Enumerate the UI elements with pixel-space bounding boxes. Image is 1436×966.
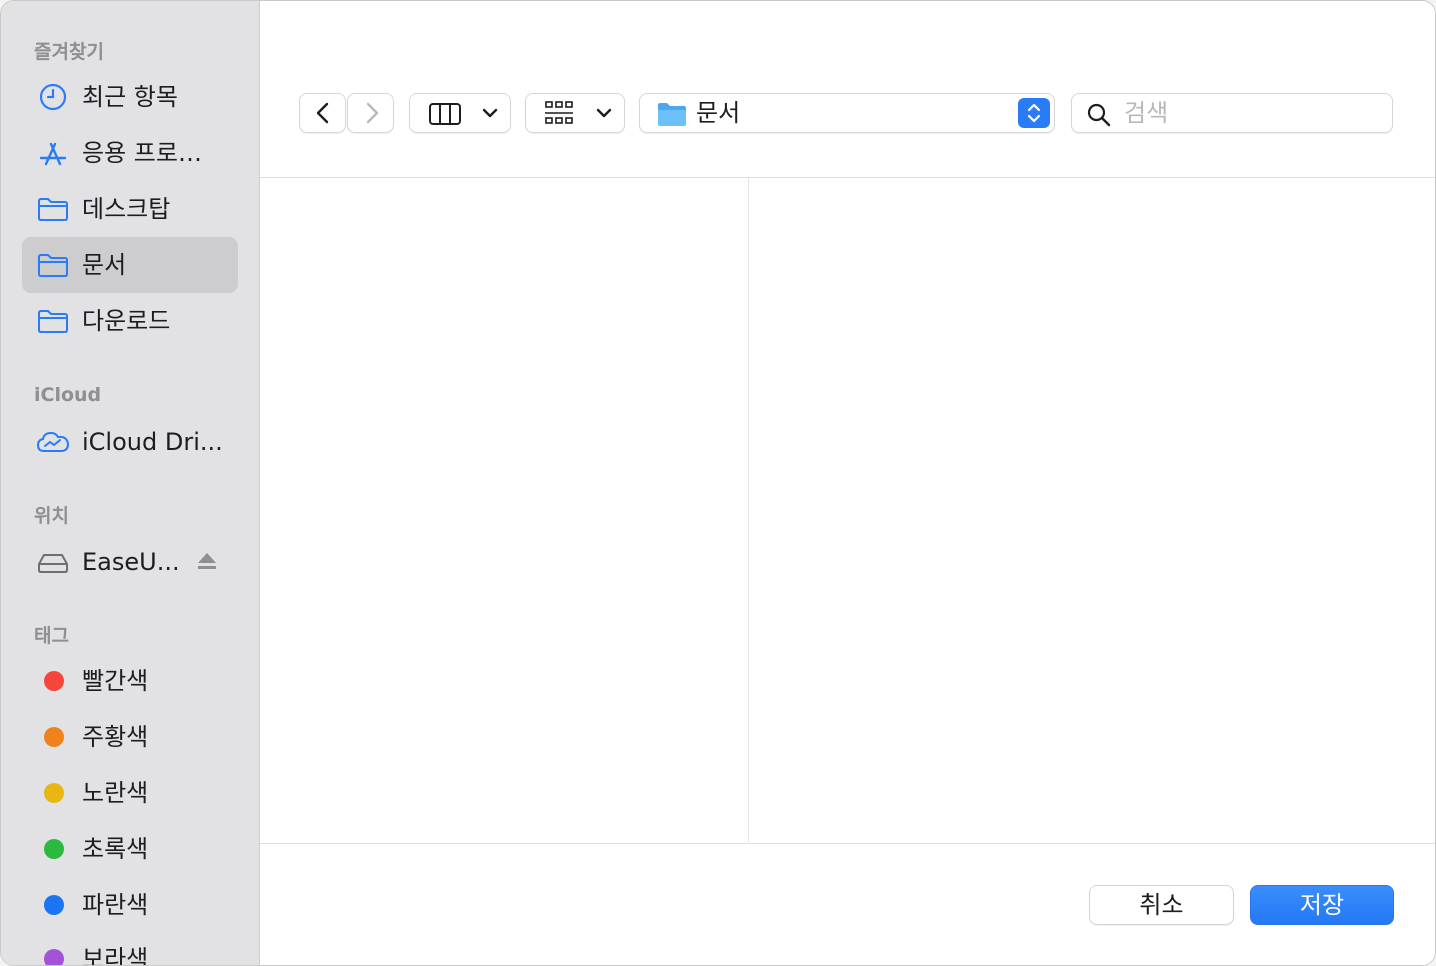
sidebar: 즐겨찾기 최근 항목 응용 프로… 데스크탑 문서 다운로드 iCloud iC… — [1, 1, 260, 965]
sidebar-item-label: 보라색 — [82, 945, 149, 965]
sidebar-item-label: 최근 항목 — [82, 83, 178, 111]
sidebar-item-label: 데스크탑 — [82, 195, 171, 223]
folder-icon — [658, 103, 686, 126]
orange-tag-icon — [44, 727, 64, 747]
sidebar-item-downloads[interactable]: 다운로드 — [22, 293, 238, 349]
blue-tag-icon — [44, 895, 64, 915]
folder-icon — [38, 310, 68, 333]
sidebar-item-label: 파란색 — [82, 891, 149, 919]
red-tag-icon — [44, 671, 64, 691]
sidebar-item-documents[interactable]: 문서 — [22, 237, 238, 293]
sidebar-header-favorites: 즐겨찾기 — [34, 41, 104, 63]
green-tag-icon — [44, 839, 64, 859]
back-button[interactable] — [299, 93, 346, 133]
sidebar-item-label: 응용 프로… — [82, 139, 202, 167]
purple-tag-icon — [44, 949, 64, 965]
sidebar-tag-purple[interactable]: 보라색 — [22, 931, 238, 965]
location-popup[interactable]: 문서 — [639, 93, 1055, 133]
forward-button[interactable] — [347, 93, 394, 133]
sidebar-header-tags: 태그 — [34, 625, 69, 647]
save-dialog-window: 즐겨찾기 최근 항목 응용 프로… 데스크탑 문서 다운로드 iCloud iC… — [0, 0, 1436, 966]
group-grid-icon — [545, 101, 573, 124]
sidebar-item-label: 초록색 — [82, 835, 149, 863]
view-mode-button[interactable] — [409, 93, 511, 133]
sidebar-item-applications[interactable]: 응용 프로… — [22, 125, 238, 181]
toolbar: 문서 — [260, 1, 1435, 178]
sidebar-tag-green[interactable]: 초록색 — [22, 821, 238, 877]
eject-icon[interactable] — [196, 549, 218, 573]
sidebar-item-label: 문서 — [82, 251, 127, 279]
sidebar-item-icloud-drive[interactable]: iCloud Dri... — [22, 414, 238, 470]
sidebar-item-label: 주황색 — [82, 723, 149, 751]
search-icon — [1087, 103, 1111, 127]
chevron-down-icon — [596, 108, 612, 118]
folder-icon — [38, 198, 68, 221]
sidebar-header-icloud: iCloud — [34, 384, 102, 406]
file-browser[interactable] — [260, 178, 1435, 842]
sidebar-item-label: 빨간색 — [82, 667, 149, 695]
clock-icon — [39, 83, 67, 111]
sidebar-item-recents[interactable]: 최근 항목 — [22, 69, 238, 125]
up-down-chevron-icon — [1027, 103, 1041, 123]
icloud-drive-icon — [36, 431, 70, 452]
drive-icon — [38, 554, 68, 573]
location-stepper — [1018, 98, 1050, 128]
sidebar-tag-red[interactable]: 빨간색 — [22, 653, 238, 709]
search-input[interactable] — [1124, 98, 1374, 128]
chevron-down-icon — [482, 108, 498, 118]
search-field[interactable] — [1071, 93, 1393, 133]
chevron-left-icon — [316, 102, 329, 124]
chevron-right-icon — [366, 102, 379, 124]
sidebar-item-label: EaseU... — [82, 548, 180, 576]
sidebar-item-label: iCloud Dri... — [82, 428, 223, 456]
folder-icon — [38, 254, 68, 277]
sidebar-tag-blue[interactable]: 파란색 — [22, 877, 238, 933]
sidebar-item-label: 노란색 — [82, 779, 149, 807]
yellow-tag-icon — [44, 783, 64, 803]
sidebar-tag-yellow[interactable]: 노란색 — [22, 765, 238, 821]
sidebar-header-locations: 위치 — [34, 505, 69, 527]
save-button[interactable]: 저장 — [1250, 885, 1394, 925]
dialog-footer: 취소 저장 — [260, 843, 1435, 965]
sidebar-tag-orange[interactable]: 주황색 — [22, 709, 238, 765]
column-divider[interactable] — [748, 178, 749, 842]
sidebar-item-drive[interactable]: EaseU... — [22, 534, 238, 590]
sidebar-item-label: 다운로드 — [82, 307, 171, 335]
sidebar-item-desktop[interactable]: 데스크탑 — [22, 181, 238, 237]
columns-view-icon — [429, 103, 461, 125]
cancel-button[interactable]: 취소 — [1089, 885, 1234, 925]
group-button[interactable] — [525, 93, 625, 133]
current-folder-label: 문서 — [696, 99, 741, 127]
applications-icon — [39, 142, 67, 166]
